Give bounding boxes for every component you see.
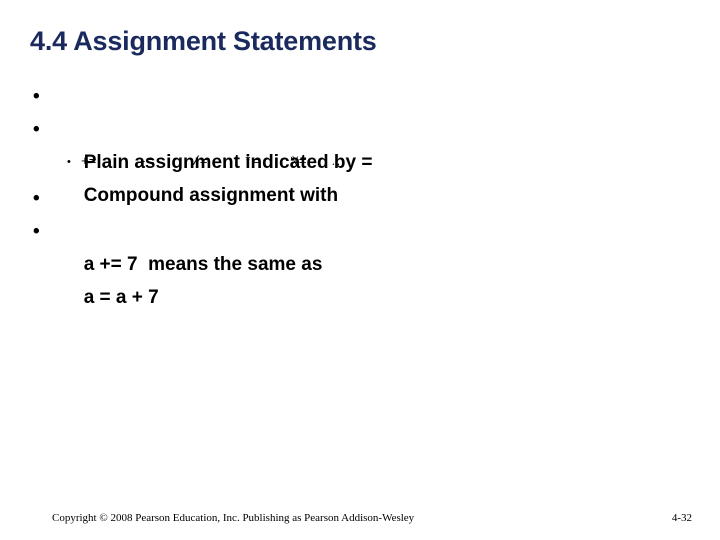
bullet-icon: •	[33, 221, 40, 242]
list-item-label: a += 7 means the same as	[83, 254, 323, 275]
bullet-icon: •	[33, 119, 40, 140]
list-item: • Compound assignment with	[0, 113, 720, 206]
operator-ellipsis: …	[332, 154, 340, 169]
operator-times-equals: *=	[244, 154, 260, 169]
bullet-icon: •	[33, 188, 40, 209]
list-item: • a += 7 means the same as	[0, 182, 720, 275]
operator-divide-equals: /=	[192, 154, 208, 169]
operator-list: += -= /= *= %= …	[81, 151, 340, 173]
operator-minus-equals: -=	[139, 154, 155, 169]
list-item: • Plain assignment indicated by =	[0, 80, 720, 173]
slide-body: • Plain assignment indicated by = • Comp…	[0, 80, 720, 308]
page-number: 4-32	[671, 512, 692, 524]
operator-plus-equals: +=	[81, 154, 97, 169]
sub-bullet-icon: •	[67, 156, 71, 168]
bullet-icon: •	[33, 86, 40, 107]
operator-list-row: • += -= /= *= %= …	[0, 151, 720, 178]
list-item: • a = a + 7	[0, 215, 720, 308]
slide-canvas: 4.4 Assignment Statements • Plain assign…	[0, 0, 720, 540]
slide-footer: Copyright © 2008 Pearson Education, Inc.…	[0, 512, 720, 532]
list-item-label: a = a + 7	[83, 287, 159, 308]
operator-modulo-equals: %=	[291, 154, 307, 169]
page-title: 4.4 Assignment Statements	[30, 26, 377, 56]
copyright-notice: Copyright © 2008 Pearson Education, Inc.…	[52, 512, 415, 524]
